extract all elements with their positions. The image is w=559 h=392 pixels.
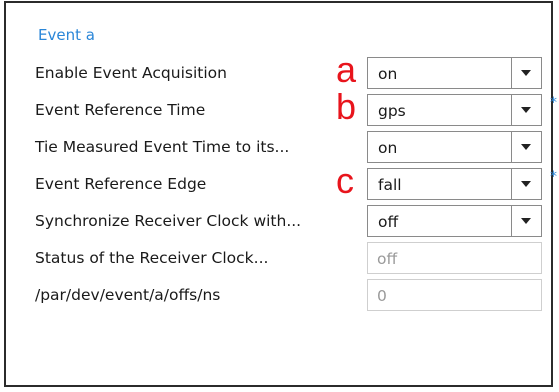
label-tie-measured-event-time: Tie Measured Event Time to its... xyxy=(35,138,290,156)
row-event-reference-time: Event Reference Time b gps * xyxy=(6,87,557,129)
synchronize-receiver-clock-value: off xyxy=(378,213,399,231)
label-synchronize-receiver-clock: Synchronize Receiver Clock with... xyxy=(35,212,302,230)
synchronize-receiver-clock-dropdown-button[interactable] xyxy=(511,206,541,236)
label-event-reference-edge: Event Reference Edge xyxy=(35,175,207,193)
chevron-down-icon xyxy=(521,70,531,76)
synchronize-receiver-clock-dropdown[interactable]: off xyxy=(367,205,542,237)
status-receiver-clock-field: off xyxy=(367,242,542,274)
label-enable-event-acquisition: Enable Event Acquisition xyxy=(35,64,227,82)
row-event-reference-edge: Event Reference Edge c fall * xyxy=(6,161,557,203)
event-offset-ns-field: 0 xyxy=(367,279,542,311)
row-enable-event-acquisition: Enable Event Acquisition a on xyxy=(6,50,551,92)
tie-measured-event-time-dropdown-button[interactable] xyxy=(511,132,541,162)
event-reference-edge-dropdown-button[interactable] xyxy=(511,169,541,199)
label-event-reference-time: Event Reference Time xyxy=(35,101,206,119)
annotation-marker-c: c xyxy=(336,160,354,201)
annotation-marker-a: a xyxy=(336,49,357,90)
group-title: Event a xyxy=(38,26,95,44)
event-reference-edge-value: fall xyxy=(378,176,402,194)
modified-asterisk: * xyxy=(550,95,557,111)
enable-event-acquisition-value: on xyxy=(378,65,398,83)
event-reference-time-value: gps xyxy=(378,102,406,120)
row-status-receiver-clock: Status of the Receiver Clock... off xyxy=(6,239,551,277)
row-event-offset-ns: /par/dev/event/a/offs/ns 0 xyxy=(6,276,551,314)
tie-measured-event-time-value: on xyxy=(378,139,398,157)
modified-asterisk: * xyxy=(550,169,557,185)
tie-measured-event-time-dropdown[interactable]: on xyxy=(367,131,542,163)
chevron-down-icon xyxy=(521,181,531,187)
chevron-down-icon xyxy=(521,144,531,150)
enable-event-acquisition-dropdown-button[interactable] xyxy=(511,58,541,88)
annotation-marker-b: b xyxy=(336,86,357,127)
row-synchronize-receiver-clock: Synchronize Receiver Clock with... off xyxy=(6,202,551,240)
event-reference-time-dropdown[interactable]: gps xyxy=(367,94,542,126)
chevron-down-icon xyxy=(521,107,531,113)
chevron-down-icon xyxy=(521,218,531,224)
enable-event-acquisition-dropdown[interactable]: on xyxy=(367,57,542,89)
label-status-receiver-clock: Status of the Receiver Clock... xyxy=(35,249,269,267)
status-receiver-clock-value: off xyxy=(377,250,398,268)
row-tie-measured-event-time: Tie Measured Event Time to its... on xyxy=(6,128,551,166)
event-offset-ns-value: 0 xyxy=(377,287,387,305)
event-reference-edge-dropdown[interactable]: fall xyxy=(367,168,542,200)
event-a-group-panel: Event a Enable Event Acquisition a on Ev… xyxy=(4,1,557,387)
event-reference-time-dropdown-button[interactable] xyxy=(511,95,541,125)
label-event-offset-ns: /par/dev/event/a/offs/ns xyxy=(35,286,221,304)
